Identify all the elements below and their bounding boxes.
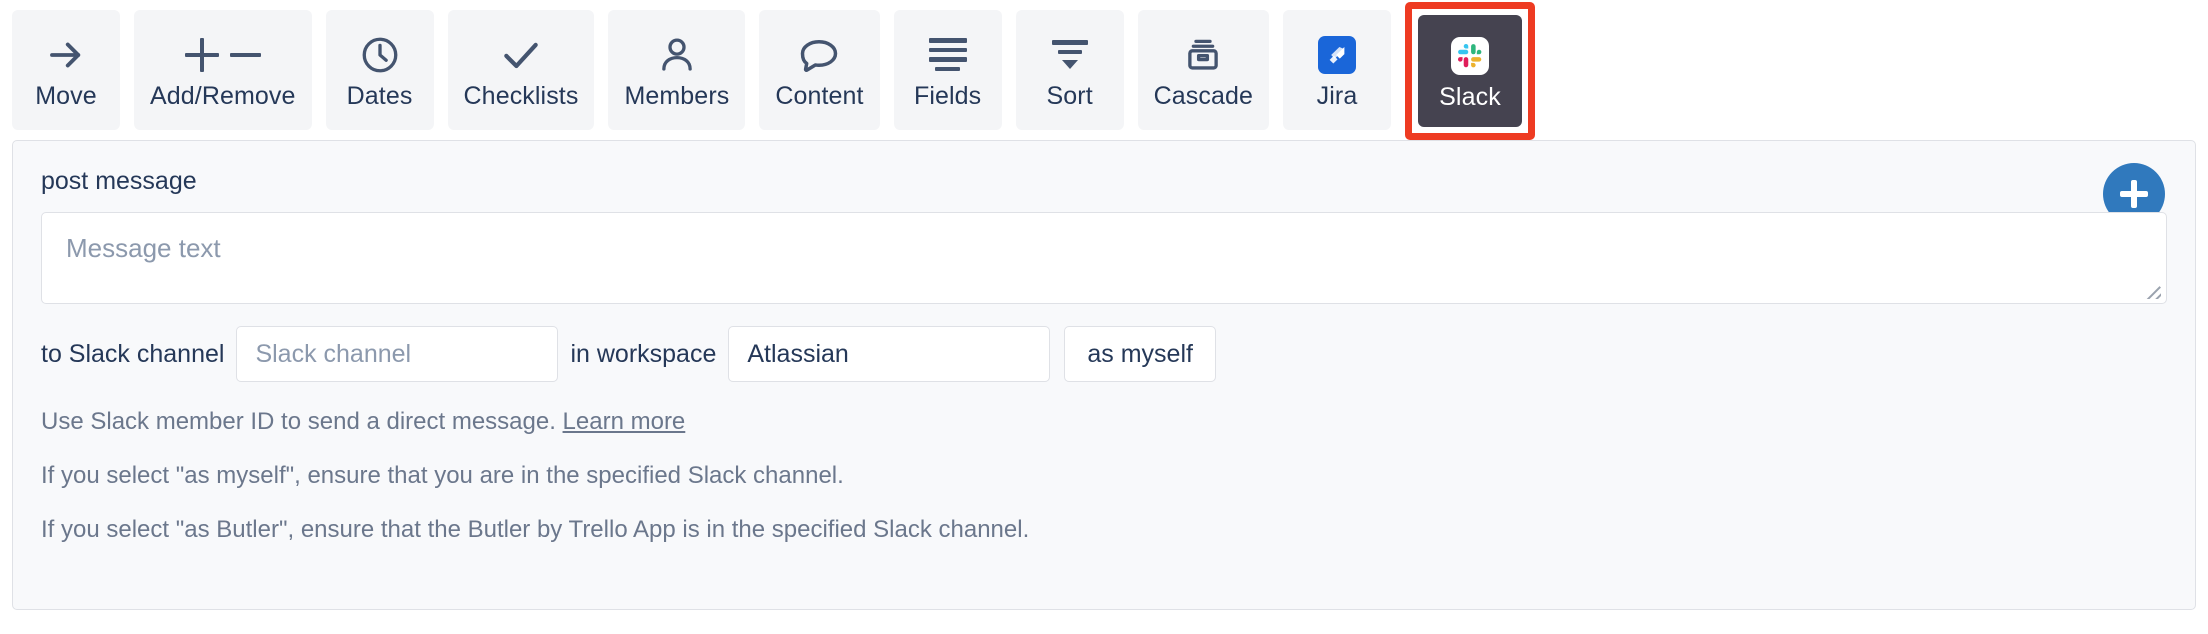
message-text-placeholder: Message text [66,233,221,263]
identity-selector[interactable]: as myself [1064,326,1216,382]
plus-minus-icon [184,32,261,78]
tab-label: Content [775,81,864,110]
slack-destination-row: to Slack channel Slack channel in worksp… [41,326,2167,382]
help-line-3: If you select "as Butler", ensure that t… [41,516,1030,543]
slack-logo-icon [1450,33,1489,79]
help-line-1: Use Slack member ID to send a direct mes… [41,408,2167,436]
in-workspace-label: in workspace [570,339,717,368]
identity-value: as myself [1087,339,1193,368]
action-type-tabbar: Move Add/Remove Dates Checklists Members… [0,0,2208,140]
tab-label: Move [35,81,97,110]
workspace-value: Atlassian [747,339,849,368]
panel-title: post message [41,167,197,195]
jira-logo-icon [1317,32,1356,78]
tab-jira[interactable]: Jira [1282,10,1391,130]
tab-label: Jira [1316,81,1358,110]
tab-slack[interactable]: Slack [1417,15,1522,127]
lines-icon [928,32,967,78]
tab-checklists[interactable]: Checklists [447,10,595,130]
help-line-1-text: Use Slack member ID to send a direct mes… [41,408,563,435]
slack-channel-input[interactable]: Slack channel [236,326,559,382]
message-text-input[interactable]: Message text [41,212,2167,304]
tab-label: Checklists [463,81,579,110]
plus-icon [2120,180,2148,208]
slack-action-panel: post message Message text to Slack chann… [12,140,2196,610]
tab-dates[interactable]: Dates [325,10,434,130]
tab-label: Sort [1046,81,1093,110]
funnel-icon [1051,32,1088,78]
clock-icon [359,32,401,78]
tab-members[interactable]: Members [608,10,746,130]
checkmark-icon [499,32,543,78]
tab-add-remove[interactable]: Add/Remove [134,10,312,130]
slack-channel-placeholder: Slack channel [255,339,412,368]
speech-bubble-icon [797,32,841,78]
tab-fields[interactable]: Fields [893,10,1002,130]
workspace-input[interactable]: Atlassian [728,326,1051,382]
slack-tab-highlight: Slack [1404,2,1535,140]
learn-more-link[interactable]: Learn more [563,408,686,435]
to-slack-channel-label: to Slack channel [41,339,225,368]
textarea-resize-handle[interactable] [2143,281,2161,299]
tab-label: Cascade [1153,81,1253,110]
archive-box-icon [1182,32,1224,78]
tab-label: Members [624,81,730,110]
arrow-right-icon [45,32,87,78]
tab-cascade[interactable]: Cascade [1137,10,1269,130]
person-icon [656,32,698,78]
tab-move[interactable]: Move [12,10,120,130]
tab-content[interactable]: Content [759,10,880,130]
help-line-2: If you select "as myself", ensure that y… [41,462,844,489]
tab-label: Add/Remove [150,81,296,110]
tab-label: Fields [913,81,982,110]
tab-label: Dates [346,81,413,110]
tab-label: Slack [1439,82,1501,111]
tab-sort[interactable]: Sort [1015,10,1124,130]
